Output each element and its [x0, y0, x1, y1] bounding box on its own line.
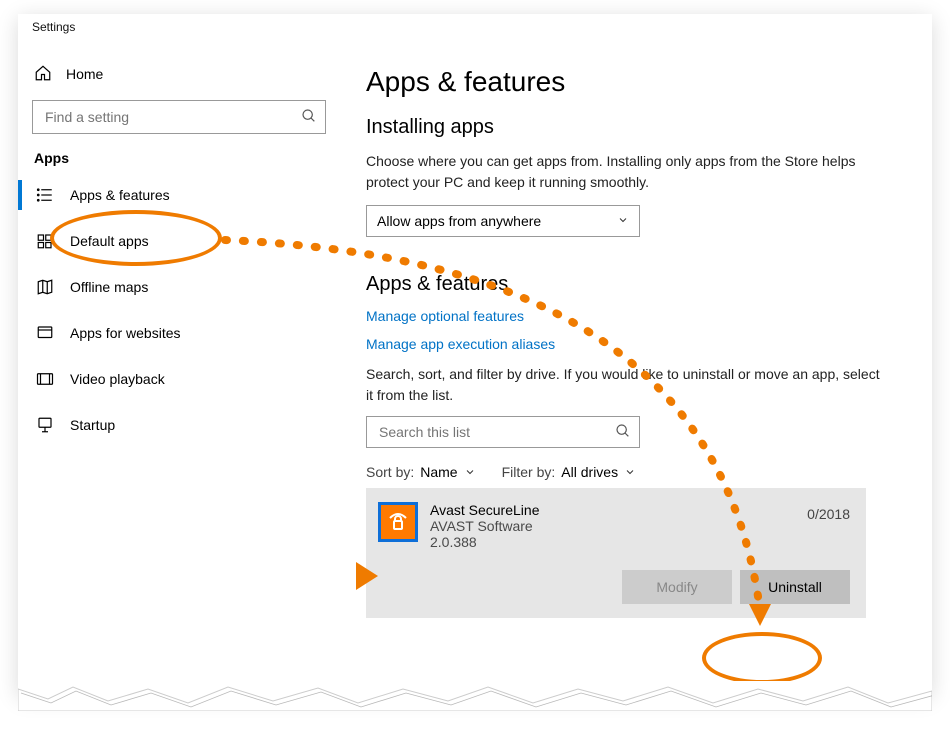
defaults-icon: [34, 230, 56, 252]
video-icon: [34, 368, 56, 390]
main-panel: Apps & features Installing apps Choose w…: [340, 38, 932, 694]
apps-features-heading: Apps & features: [366, 273, 906, 296]
chevron-down-icon: [624, 466, 636, 478]
sort-filter-row: Sort by: Name Filter by: All drives: [366, 464, 906, 480]
sidebar-item-apps-features[interactable]: Apps & features: [18, 172, 340, 218]
window-title: Settings: [18, 14, 932, 38]
sidebar-home-label: Home: [66, 66, 103, 82]
app-name: Avast SecureLine: [430, 502, 807, 518]
sort-label: Sort by:: [366, 464, 414, 480]
search-apps-list[interactable]: [366, 416, 640, 448]
websites-icon: [34, 322, 56, 344]
sidebar-item-offline-maps[interactable]: Offline maps: [18, 264, 340, 310]
sidebar-item-default-apps[interactable]: Default apps: [18, 218, 340, 264]
app-version: 2.0.388: [430, 534, 807, 550]
find-setting-input[interactable]: [43, 108, 301, 126]
sidebar-item-label: Apps & features: [70, 187, 170, 203]
manage-execution-aliases-link[interactable]: Manage app execution aliases: [366, 336, 906, 352]
avast-app-icon: [378, 502, 418, 542]
home-icon: [34, 64, 58, 85]
search-icon: [301, 108, 317, 127]
startup-icon: [34, 414, 56, 436]
sort-value: Name: [420, 464, 457, 480]
sidebar-item-startup[interactable]: Startup: [18, 402, 340, 448]
list-icon: [34, 184, 56, 206]
sidebar-category: Apps: [18, 150, 340, 172]
sidebar-item-apps-websites[interactable]: Apps for websites: [18, 310, 340, 356]
search-apps-input[interactable]: [377, 423, 615, 441]
sidebar-item-label: Default apps: [70, 233, 149, 249]
sidebar-item-label: Offline maps: [70, 279, 148, 295]
installing-apps-heading: Installing apps: [366, 116, 906, 139]
sort-by-dropdown[interactable]: Sort by: Name: [366, 464, 476, 480]
sidebar-item-video-playback[interactable]: Video playback: [18, 356, 340, 402]
sidebar-item-label: Video playback: [70, 371, 165, 387]
torn-edge: [18, 681, 932, 711]
sidebar-item-label: Apps for websites: [70, 325, 181, 341]
find-setting-search[interactable]: [32, 100, 326, 134]
sidebar-home[interactable]: Home: [18, 56, 340, 92]
modify-button: Modify: [622, 570, 732, 604]
chevron-down-icon: [617, 214, 629, 229]
install-source-dropdown[interactable]: Allow apps from anywhere: [366, 205, 640, 237]
settings-window: Settings Home Apps: [18, 14, 932, 694]
filter-label: Filter by:: [502, 464, 556, 480]
sidebar-item-label: Startup: [70, 417, 115, 433]
app-vendor: AVAST Software: [430, 518, 807, 534]
app-install-date: 0/2018: [807, 506, 850, 550]
apps-list-desc: Search, sort, and filter by drive. If yo…: [366, 364, 886, 406]
page-title: Apps & features: [366, 66, 906, 98]
sidebar: Home Apps Apps & features: [18, 38, 340, 694]
app-card[interactable]: Avast SecureLine AVAST Software 2.0.388 …: [366, 488, 866, 618]
chevron-down-icon: [464, 466, 476, 478]
maps-icon: [34, 276, 56, 298]
filter-by-dropdown[interactable]: Filter by: All drives: [502, 464, 636, 480]
install-dropdown-value: Allow apps from anywhere: [377, 213, 541, 229]
installing-apps-desc: Choose where you can get apps from. Inst…: [366, 151, 886, 193]
uninstall-button[interactable]: Uninstall: [740, 570, 850, 604]
filter-value: All drives: [561, 464, 618, 480]
search-icon: [615, 423, 631, 442]
manage-optional-features-link[interactable]: Manage optional features: [366, 308, 906, 324]
